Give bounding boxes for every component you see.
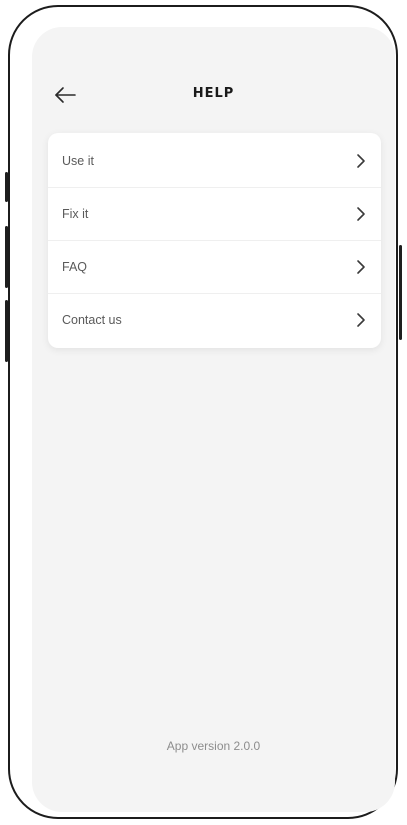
menu-item-label: Contact us	[62, 313, 122, 327]
top-bar: HELP	[32, 79, 395, 111]
app-version-text: App version 2.0.0	[166, 739, 261, 753]
app-screen: HELP Use it Fix it FAQ Contact us App ve…	[32, 27, 395, 812]
page-title: HELP	[192, 86, 235, 101]
chevron-right-icon	[357, 154, 365, 168]
menu-item-label: Fix it	[62, 207, 89, 221]
menu-item-contact-us[interactable]: Contact us	[48, 294, 381, 346]
menu-item-faq[interactable]: FAQ	[48, 241, 381, 294]
menu-item-label: Use it	[62, 154, 94, 168]
device-power-button	[399, 245, 402, 340]
phone-frame: HELP Use it Fix it FAQ Contact us App ve…	[8, 5, 398, 819]
help-menu-list: Use it Fix it FAQ Contact us	[48, 133, 381, 348]
menu-item-fix-it[interactable]: Fix it	[48, 188, 381, 241]
menu-item-use-it[interactable]: Use it	[48, 135, 381, 188]
device-mockup: HELP Use it Fix it FAQ Contact us App ve…	[0, 0, 407, 825]
chevron-right-icon	[357, 260, 365, 274]
chevron-right-icon	[357, 313, 365, 327]
chevron-right-icon	[357, 207, 365, 221]
menu-item-label: FAQ	[62, 260, 88, 274]
